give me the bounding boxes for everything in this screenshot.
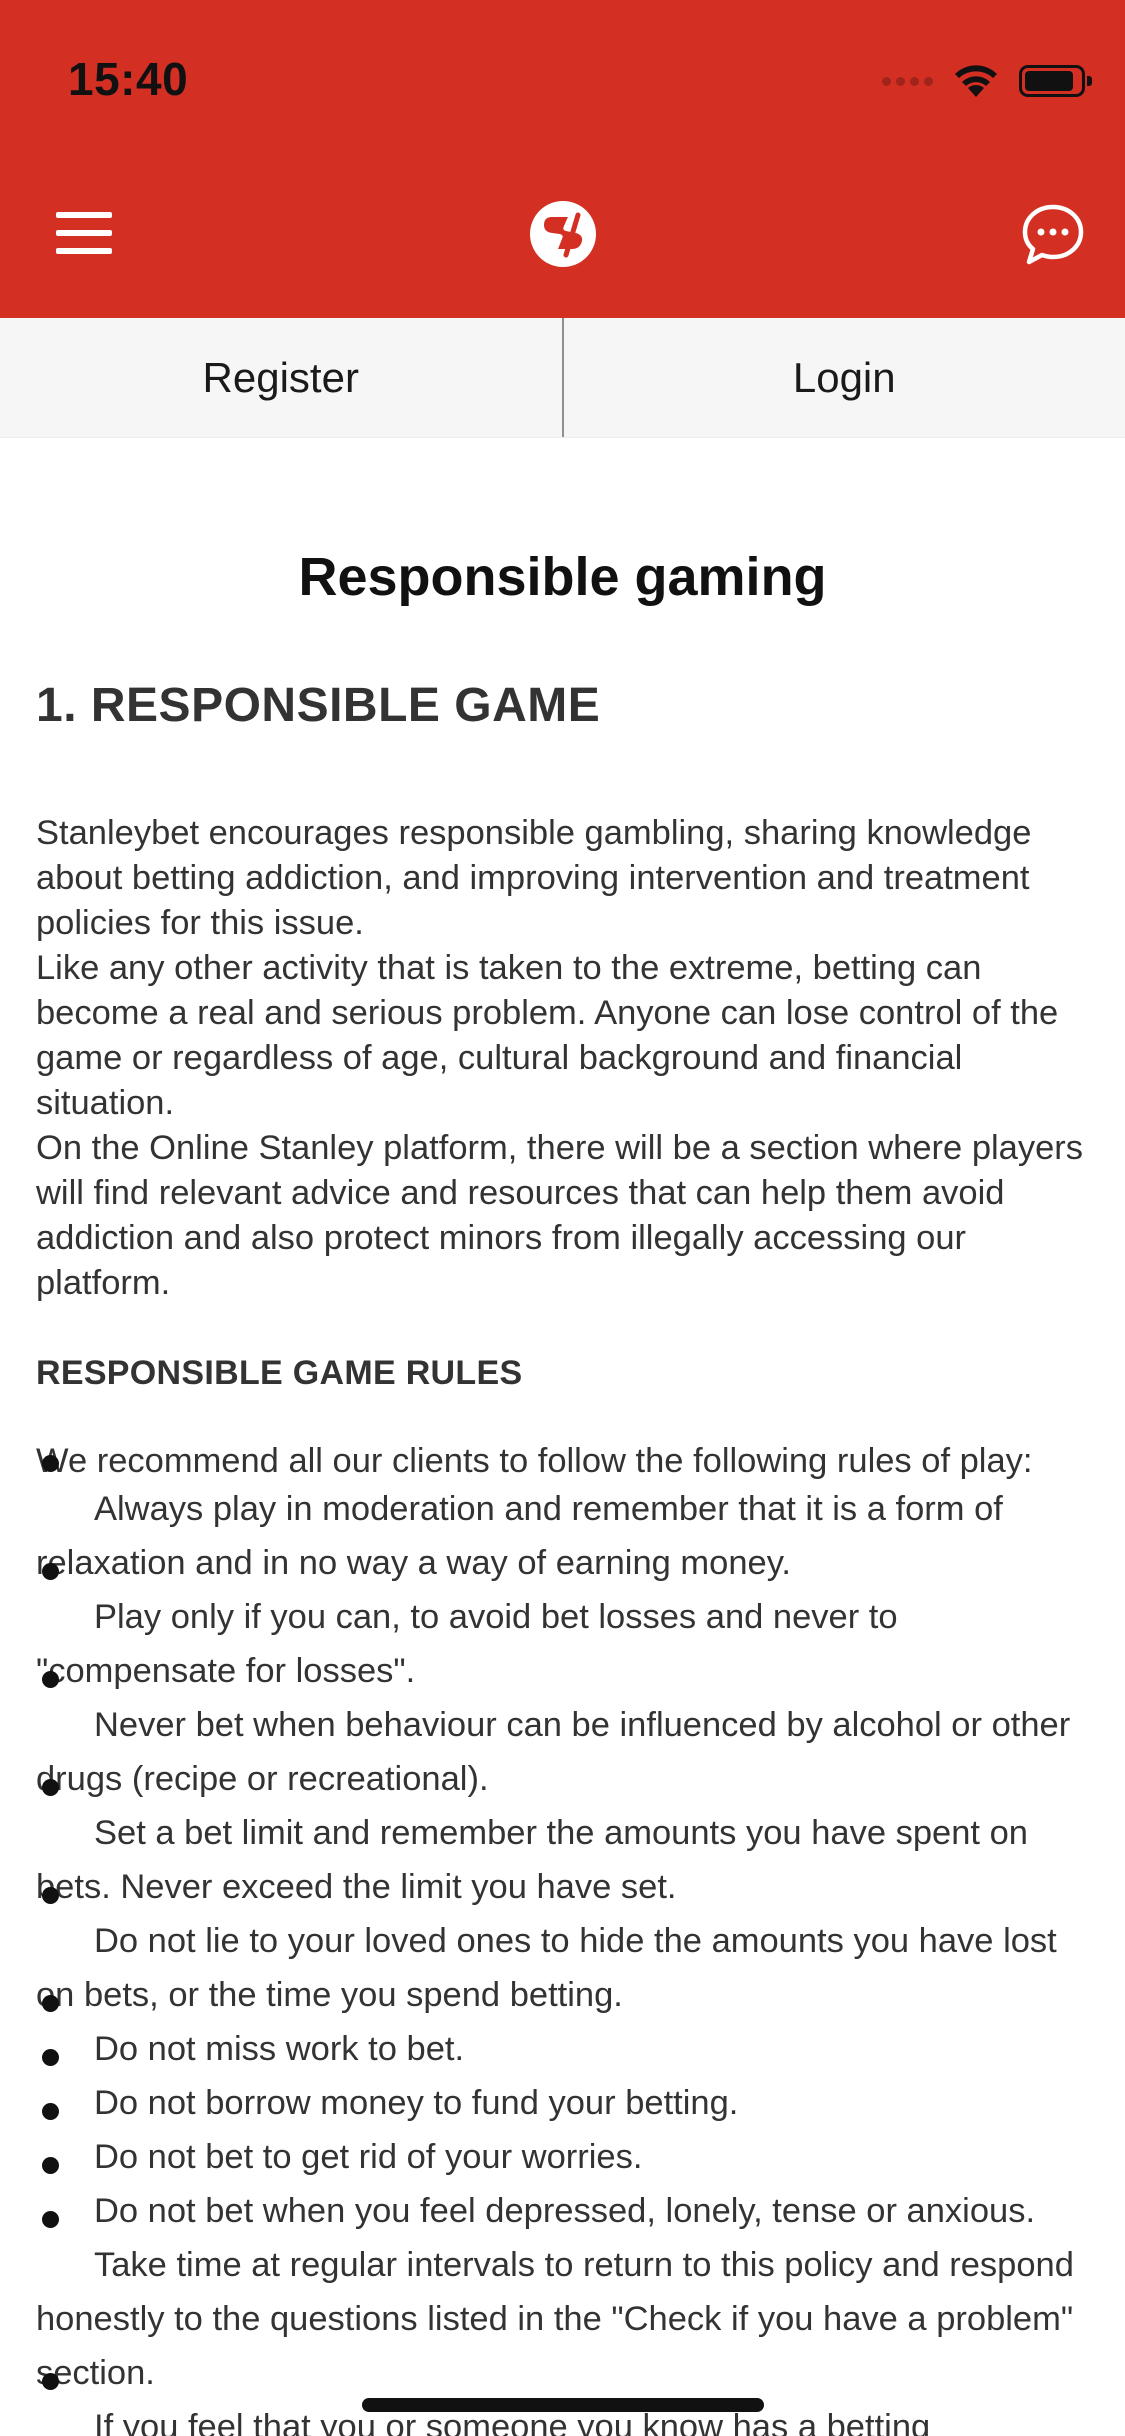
intro-paragraphs: Stanleybet encourages responsible gambli… bbox=[36, 811, 1089, 1306]
wifi-icon bbox=[955, 65, 997, 97]
page-title: Responsible gaming bbox=[298, 547, 827, 607]
list-item: Do not bet to get rid of your worries. bbox=[42, 2103, 643, 2176]
status-time: 15:40 bbox=[68, 53, 189, 105]
list-item: Always play in moderation and remember t… bbox=[36, 1455, 1003, 1582]
rules-list: Always play in moderation and remember t… bbox=[36, 1455, 1089, 2436]
auth-tabs: Register Login bbox=[0, 318, 1125, 438]
paragraph: Stanleybet encourages responsible gambli… bbox=[36, 814, 1032, 942]
section-title: 1. RESPONSIBLE GAME bbox=[36, 679, 601, 732]
battery-icon bbox=[1019, 65, 1092, 97]
paragraph: Like any other activity that is taken to… bbox=[36, 949, 1059, 1122]
main-content: Responsible gaming 1. RESPONSIBLE GAME S… bbox=[36, 438, 1089, 2436]
list-item: Do not lie to your loved ones to hide th… bbox=[36, 1887, 1057, 2014]
app-header: 15:40 bbox=[0, 0, 1125, 318]
status-icons bbox=[882, 58, 1092, 104]
cellular-signal-icon bbox=[882, 76, 933, 86]
home-indicator[interactable] bbox=[362, 2398, 764, 2412]
register-button[interactable]: Register bbox=[0, 318, 562, 437]
rules-title: RESPONSIBLE GAME RULES bbox=[36, 1354, 523, 1392]
list-item: Play only if you can, to avoid bet losse… bbox=[36, 1563, 898, 1690]
screen: 15:40 Register Login Responsible gaming … bbox=[0, 0, 1125, 2436]
list-item: Set a bet limit and remember the amounts… bbox=[36, 1779, 1028, 1906]
list-item: Do not miss work to bet. bbox=[42, 1995, 465, 2068]
list-item: Do not bet when you feel depressed, lone… bbox=[42, 2157, 1036, 2230]
list-item: Never bet when behaviour can be influenc… bbox=[36, 1671, 1071, 1798]
list-item: Do not borrow money to fund your betting… bbox=[42, 2049, 739, 2122]
rules-intro: We recommend all our clients to follow t… bbox=[36, 1442, 1033, 1480]
list-item: Take time at regular intervals to return… bbox=[36, 2211, 1074, 2392]
login-button[interactable]: Login bbox=[564, 318, 1125, 437]
chat-bubble-icon[interactable] bbox=[1020, 202, 1086, 268]
stanleybet-logo-icon[interactable] bbox=[530, 201, 596, 267]
hamburger-menu-icon[interactable] bbox=[56, 212, 112, 254]
paragraph: On the Online Stanley platform, there wi… bbox=[36, 1129, 1084, 1302]
